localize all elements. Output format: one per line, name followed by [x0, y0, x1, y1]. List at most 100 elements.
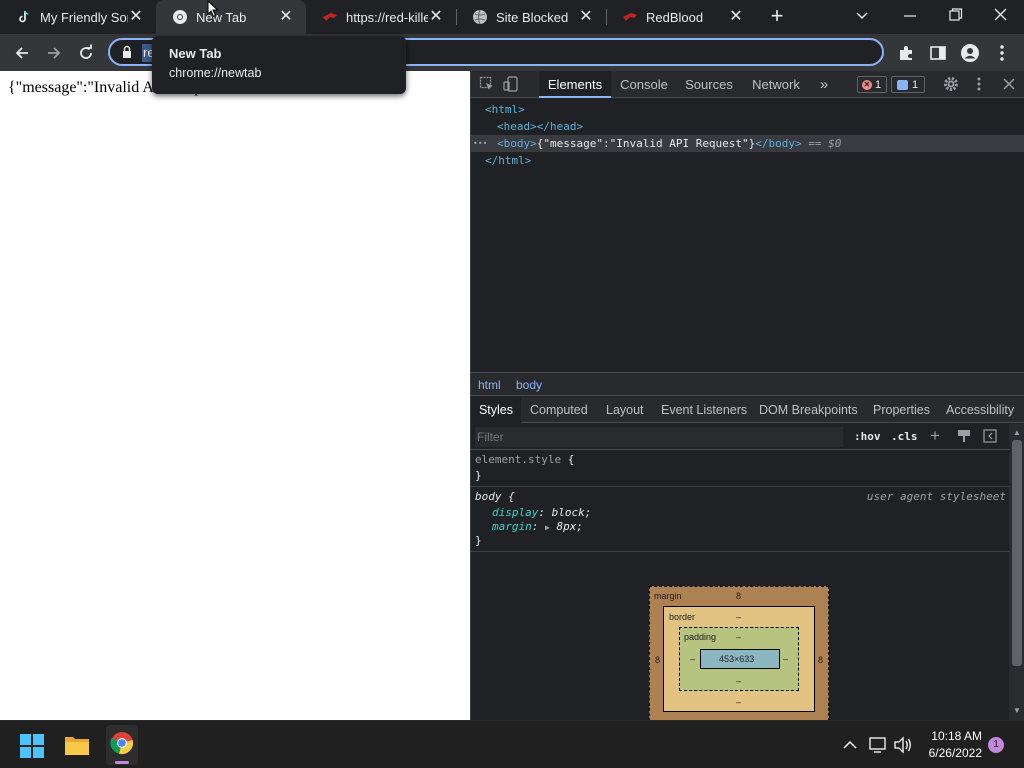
- windows-start-icon[interactable]: [20, 734, 44, 758]
- taskbar-time[interactable]: 10:18 AM: [918, 729, 982, 743]
- volume-icon[interactable]: [893, 736, 913, 754]
- show-hidden-icons-chevron[interactable]: [842, 738, 858, 750]
- devtools-menu-icon[interactable]: [975, 76, 983, 92]
- new-tab-button[interactable]: +: [764, 5, 790, 29]
- border-top-value[interactable]: –: [736, 612, 741, 622]
- tab-redblood[interactable]: RedBlood ✕: [606, 0, 756, 34]
- subtab-properties[interactable]: Properties: [873, 397, 930, 423]
- reload-icon[interactable]: [70, 34, 102, 71]
- padding-right-value[interactable]: –: [783, 654, 788, 664]
- close-icon[interactable]: ✕: [428, 9, 444, 25]
- devtools-tab-sources[interactable]: Sources: [681, 71, 737, 98]
- dom-node-head[interactable]: <head></head>: [497, 118, 583, 135]
- css-prop-display[interactable]: display: block;: [492, 506, 591, 519]
- minimize-icon[interactable]: [898, 8, 922, 24]
- message-counter[interactable]: 1: [891, 76, 925, 93]
- prop-value: block;: [551, 506, 592, 519]
- dom-node-ellipsis[interactable]: •••: [473, 135, 487, 152]
- breadcrumb-body[interactable]: body: [516, 378, 542, 392]
- back-icon[interactable]: [6, 34, 38, 71]
- breadcrumb-html[interactable]: html: [478, 378, 501, 392]
- network-icon[interactable]: [868, 736, 888, 754]
- scroll-down-icon[interactable]: ▼: [1013, 706, 1021, 715]
- cls-toggle[interactable]: .cls: [891, 430, 918, 443]
- subtab-accessibility[interactable]: Accessibility: [946, 397, 1014, 423]
- redblood-icon: [322, 9, 338, 25]
- device-toolbar-icon[interactable]: [503, 76, 519, 92]
- window-close-icon[interactable]: [990, 6, 1012, 24]
- lock-icon[interactable]: [120, 45, 134, 59]
- restore-icon[interactable]: [944, 6, 968, 24]
- content-size[interactable]: 453×633: [719, 654, 754, 664]
- close-icon[interactable]: ✕: [578, 9, 594, 25]
- scroll-up-icon[interactable]: ▲: [1013, 428, 1021, 437]
- tab-title: https://red-killer.cab: [346, 9, 428, 25]
- new-style-rule-button[interactable]: +: [930, 426, 940, 446]
- padding-top-value[interactable]: –: [736, 632, 741, 642]
- body-selector: body: [475, 490, 502, 503]
- margin-top-value[interactable]: 8: [736, 591, 741, 601]
- toggle-sidebar-icon[interactable]: [983, 429, 997, 443]
- dom-node-html[interactable]: <html>: [485, 101, 525, 118]
- profile-icon[interactable]: [954, 34, 986, 71]
- menu-kebab-icon[interactable]: [986, 34, 1018, 71]
- chrome-taskbar-button[interactable]: [106, 725, 138, 765]
- extensions-icon[interactable]: [890, 34, 922, 71]
- styles-filter-input[interactable]: [475, 427, 843, 447]
- dom-node-body-selected[interactable]: ••• <body>{"message":"Invalid API Reques…: [471, 135, 1024, 152]
- padding-left-value[interactable]: –: [690, 654, 695, 664]
- padding-bottom-value[interactable]: –: [736, 676, 741, 686]
- close-icon[interactable]: ✕: [278, 9, 294, 25]
- expand-triangle-icon[interactable]: ▶: [545, 523, 550, 532]
- user-agent-stylesheet-label: user agent stylesheet: [866, 490, 1006, 503]
- close-icon[interactable]: ✕: [128, 9, 144, 25]
- rule-brace-open: {: [567, 453, 575, 466]
- subtab-styles[interactable]: Styles: [471, 397, 521, 423]
- devtools-tab-network[interactable]: Network: [745, 71, 807, 98]
- margin-right-value[interactable]: 8: [818, 655, 823, 665]
- element-style-selector[interactable]: element.style: [475, 453, 561, 466]
- subtab-dom-breakpoints[interactable]: DOM Breakpoints: [759, 397, 858, 423]
- styles-scrollbar[interactable]: ▲ ▼: [1009, 424, 1024, 720]
- error-counter[interactable]: ✕ 1: [857, 76, 887, 93]
- inspect-element-icon[interactable]: [479, 76, 495, 92]
- subtab-layout[interactable]: Layout: [606, 397, 644, 423]
- devtools-tab-console[interactable]: Console: [615, 71, 673, 98]
- tab-my-friendly-sonnet[interactable]: My Friendly Sonnet ✕: [0, 0, 156, 34]
- subtab-computed[interactable]: Computed: [530, 397, 588, 423]
- devtools-close-icon[interactable]: [1001, 76, 1017, 92]
- selected-node-marker: == $0: [808, 137, 842, 150]
- side-panel-icon[interactable]: [922, 34, 954, 71]
- more-tabs-button[interactable]: »: [815, 71, 833, 98]
- breadcrumb: html body: [471, 372, 1024, 396]
- notification-badge[interactable]: 1: [988, 737, 1004, 753]
- settings-gear-icon[interactable]: [943, 76, 959, 92]
- chrome-icon: [110, 732, 133, 754]
- tab-new-tab[interactable]: New Tab ✕: [156, 0, 306, 34]
- scrollbar-thumb[interactable]: [1012, 440, 1022, 666]
- margin-left-value[interactable]: 8: [655, 655, 660, 665]
- border-label: border: [669, 612, 696, 622]
- forward-icon[interactable]: [38, 34, 70, 71]
- hov-toggle[interactable]: :hov: [854, 430, 881, 443]
- devtools-tab-elements[interactable]: Elements: [539, 71, 611, 98]
- mouse-cursor-icon: [207, 0, 219, 18]
- tab-red-killer[interactable]: https://red-killer.cab ✕: [306, 0, 456, 34]
- body-text-node: {"message":"Invalid API Request"}: [536, 137, 756, 150]
- file-explorer-icon[interactable]: [64, 734, 90, 756]
- paint-icon[interactable]: [957, 429, 971, 443]
- close-icon[interactable]: ✕: [728, 9, 744, 25]
- body-rule-selector[interactable]: body {: [475, 490, 515, 503]
- subtab-event-listeners[interactable]: Event Listeners: [661, 397, 747, 423]
- css-prop-margin[interactable]: margin: ▶ 8px;: [492, 520, 583, 533]
- dom-node-html-close[interactable]: </html>: [485, 152, 531, 169]
- padding-label: padding: [684, 632, 717, 642]
- border-bottom-value[interactable]: –: [736, 697, 741, 707]
- box-model-content[interactable]: 453×633: [700, 649, 780, 669]
- tab-site-blocked[interactable]: Site Blocked ✕: [456, 0, 606, 34]
- tab-search-icon[interactable]: [852, 8, 872, 24]
- error-count: 1: [875, 78, 882, 91]
- taskbar-date[interactable]: 6/26/2022: [918, 746, 982, 760]
- tooltip-url: chrome://newtab: [169, 66, 262, 80]
- element-style-rule: element.style {: [475, 453, 574, 466]
